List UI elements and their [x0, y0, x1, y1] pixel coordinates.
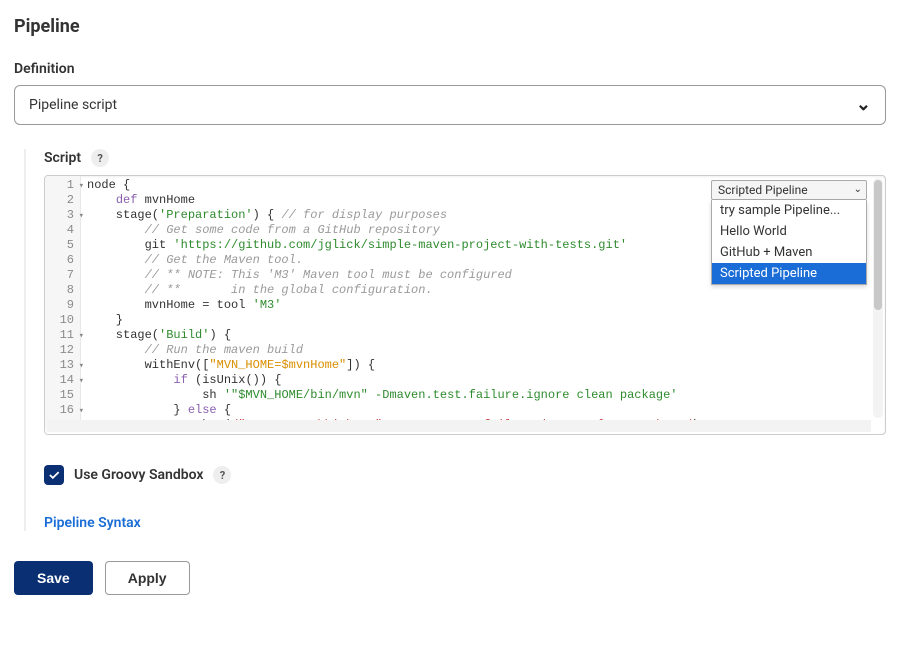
line-number: 9 [45, 298, 80, 313]
pipeline-syntax-link[interactable]: Pipeline Syntax [44, 515, 141, 531]
line-gutter: 1234567891011121314151617 [45, 176, 81, 434]
vertical-scrollbar[interactable] [873, 178, 883, 418]
line-number: 8 [45, 283, 80, 298]
script-editor[interactable]: 1234567891011121314151617 node { def mvn… [44, 175, 886, 435]
code-line[interactable]: node { [87, 178, 699, 193]
sample-select[interactable]: Scripted Pipeline ⌄ [711, 180, 867, 200]
line-number: 3 [45, 208, 80, 223]
sample-options-list[interactable]: try sample Pipeline...Hello WorldGitHub … [711, 200, 867, 285]
code-line[interactable]: def mvnHome [87, 193, 699, 208]
definition-value: Pipeline script [29, 97, 117, 113]
save-button[interactable]: Save [14, 561, 93, 595]
line-number: 1 [45, 178, 80, 193]
check-icon [47, 468, 61, 482]
line-number: 2 [45, 193, 80, 208]
sandbox-checkbox[interactable] [44, 465, 64, 485]
line-number: 7 [45, 268, 80, 283]
help-icon[interactable]: ? [213, 466, 231, 484]
code-line[interactable]: stage('Build') { [87, 328, 699, 343]
code-line[interactable]: } else { [87, 403, 699, 418]
chevron-down-icon: ⌄ [854, 184, 862, 195]
line-number: 10 [45, 313, 80, 328]
definition-select[interactable]: Pipeline script ⌄ [14, 85, 886, 125]
code-line[interactable]: // ** in the global configuration. [87, 283, 699, 298]
help-icon[interactable]: ? [91, 149, 109, 167]
line-number: 5 [45, 238, 80, 253]
code-line[interactable]: // Get some code from a GitHub repositor… [87, 223, 699, 238]
sample-option[interactable]: Hello World [712, 221, 866, 242]
sandbox-label: Use Groovy Sandbox [74, 467, 203, 483]
code-line[interactable]: if (isUnix()) { [87, 373, 699, 388]
code-content[interactable]: node { def mvnHome stage('Preparation') … [81, 176, 705, 434]
code-line[interactable]: sh '"$MVN_HOME/bin/mvn" -Dmaven.test.fai… [87, 388, 699, 403]
line-number: 11 [45, 328, 80, 343]
code-line[interactable]: stage('Preparation') { // for display pu… [87, 208, 699, 223]
sample-option[interactable]: GitHub + Maven [712, 242, 866, 263]
code-line[interactable]: // Run the maven build [87, 343, 699, 358]
line-number: 4 [45, 223, 80, 238]
sample-option[interactable]: Scripted Pipeline [712, 263, 866, 284]
line-number: 6 [45, 253, 80, 268]
line-number: 14 [45, 373, 80, 388]
line-number: 16 [45, 403, 80, 418]
code-line[interactable]: // Get the Maven tool. [87, 253, 699, 268]
page-title: Pipeline [14, 16, 886, 37]
definition-label: Definition [14, 61, 886, 77]
script-label: Script [44, 150, 81, 166]
line-number: 13 [45, 358, 80, 373]
code-line[interactable]: // ** NOTE: This 'M3' Maven tool must be… [87, 268, 699, 283]
code-line[interactable]: } [87, 313, 699, 328]
chevron-down-icon: ⌄ [856, 96, 871, 114]
sample-option[interactable]: try sample Pipeline... [712, 200, 866, 221]
sample-selected: Scripted Pipeline [718, 183, 808, 197]
apply-button[interactable]: Apply [105, 561, 190, 595]
line-number: 12 [45, 343, 80, 358]
sample-pipeline-dropdown[interactable]: Scripted Pipeline ⌄ try sample Pipeline.… [711, 180, 867, 200]
code-line[interactable]: mvnHome = tool 'M3' [87, 298, 699, 313]
horizontal-scrollbar[interactable] [47, 420, 871, 432]
code-line[interactable]: git 'https://github.com/jglick/simple-ma… [87, 238, 699, 253]
code-line[interactable]: withEnv(["MVN_HOME=$mvnHome"]) { [87, 358, 699, 373]
line-number: 15 [45, 388, 80, 403]
